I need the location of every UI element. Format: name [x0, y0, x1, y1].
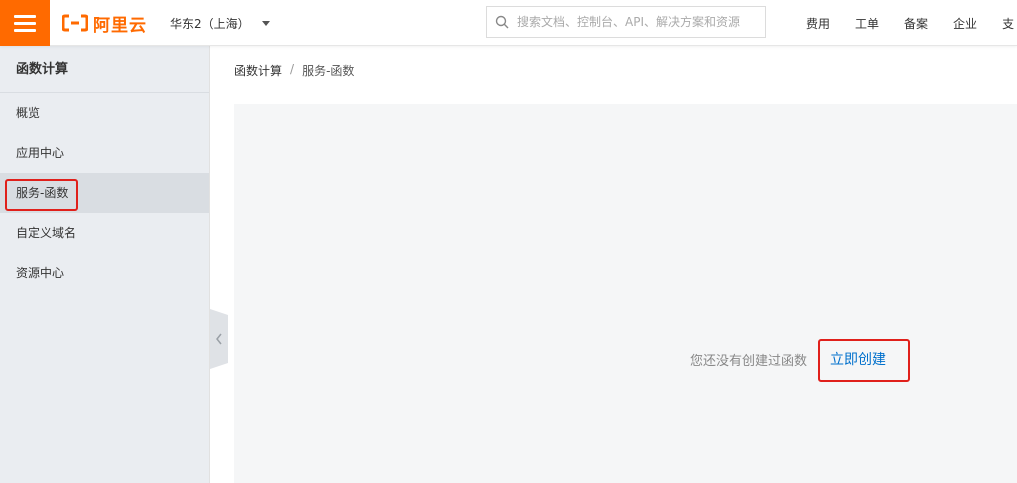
sidebar-title: 函数计算 [0, 46, 209, 93]
nav-tickets[interactable]: 工单 [855, 15, 879, 32]
sidebar-item-resource-center[interactable]: 资源中心 [0, 253, 209, 293]
dropdown-caret-icon [261, 20, 270, 26]
top-nav-links: 费用 工单 备案 企业 支 [806, 0, 1017, 46]
region-label: 华东2（上海） [170, 16, 250, 31]
brand-mark-icon [62, 14, 88, 32]
nav-billing[interactable]: 费用 [806, 15, 830, 32]
collapse-chevron-icon [216, 333, 222, 345]
nav-icp-filing[interactable]: 备案 [904, 15, 928, 32]
breadcrumb-separator: / [290, 62, 295, 76]
sidebar-collapse-handle[interactable] [210, 309, 228, 369]
search-icon [495, 15, 509, 29]
sidebar-item-overview[interactable]: 概览 [0, 93, 209, 133]
top-navbar: 阿里云 华东2（上海） 费用 工单 备案 企业 支 [0, 0, 1017, 46]
sidebar-item-app-center[interactable]: 应用中心 [0, 133, 209, 173]
sidebar-item-custom-domain[interactable]: 自定义域名 [0, 213, 209, 253]
search-input[interactable] [517, 15, 757, 29]
search-box[interactable] [486, 6, 766, 38]
nav-enterprise[interactable]: 企业 [953, 15, 977, 32]
sidebar: 函数计算 概览 应用中心 服务-函数 自定义域名 资源中心 [0, 46, 210, 483]
breadcrumb-item-current: 服务-函数 [302, 64, 355, 78]
brand-logo[interactable]: 阿里云 [62, 11, 147, 36]
empty-state-message: 您还没有创建过函数 [690, 354, 808, 369]
breadcrumb-item-function-compute[interactable]: 函数计算 [234, 62, 282, 79]
menu-icon[interactable] [0, 0, 50, 46]
sidebar-item-services-functions[interactable]: 服务-函数 [0, 173, 209, 213]
create-now-link[interactable]: 立即创建 [830, 349, 886, 369]
breadcrumb: 函数计算 / 服务-函数 [234, 62, 354, 79]
brand-name: 阿里云 [93, 15, 147, 36]
nav-support[interactable]: 支 [1002, 15, 1014, 32]
empty-content-panel [234, 104, 1017, 483]
region-selector[interactable]: 华东2（上海） [170, 0, 270, 46]
